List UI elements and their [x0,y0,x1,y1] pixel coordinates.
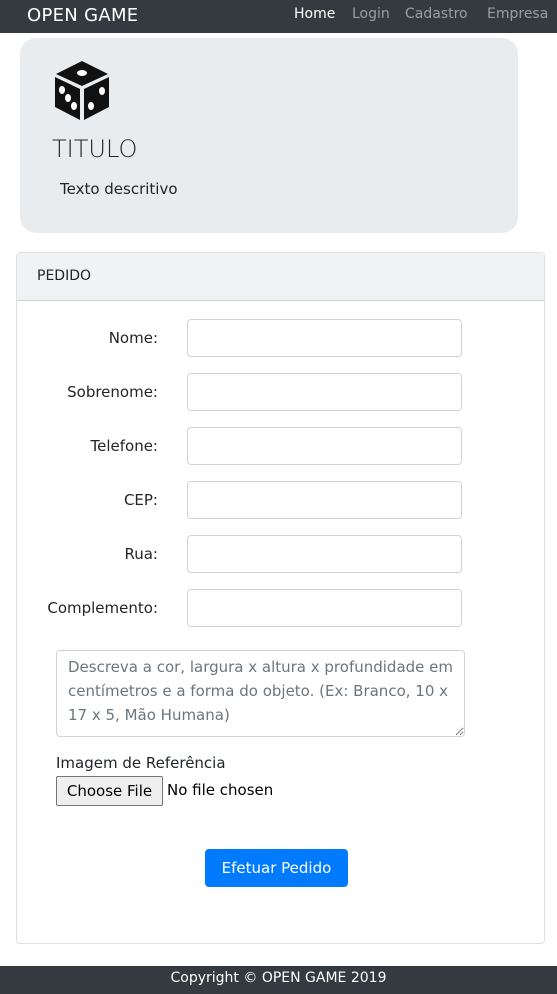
name-input[interactable] [187,319,462,357]
street-input[interactable] [187,535,462,573]
phone-label: Telefone: [90,437,159,455]
submit-order-button[interactable]: Efetuar Pedido [205,849,348,887]
jumbotron-title: TITULO [52,135,138,163]
name-label: Nome: [108,329,158,347]
nav-item-cadastro[interactable]: Cadastro [405,6,468,22]
file-label: Imagem de Referência [56,754,226,772]
dice-icon [55,61,109,120]
choose-file-button[interactable]: Choose File [56,776,163,806]
card-header: PEDIDO [17,253,544,301]
surname-input[interactable] [187,373,462,411]
jumbotron-text: Texto descritivo [60,180,178,198]
order-card: PEDIDO Nome: Sobrenome: Telefone: CEP: R… [16,252,545,944]
card-header-title: PEDIDO [37,268,91,284]
phone-input[interactable] [187,427,462,465]
nav-item-login[interactable]: Login [352,6,390,22]
footer: Copyright © OPEN GAME 2019 [0,966,557,994]
description-textarea[interactable] [56,650,465,737]
street-label: Rua: [124,545,158,563]
footer-copyright: Copyright © OPEN GAME 2019 [170,970,387,986]
jumbotron: TITULO Texto descritivo [20,38,518,233]
cep-label: CEP: [123,491,158,509]
nav-item-home[interactable]: Home [294,6,335,22]
complement-label: Complemento: [47,599,158,617]
brand-logo[interactable]: OPEN GAME [27,5,138,26]
cep-input[interactable] [187,481,462,519]
surname-label: Sobrenome: [67,383,158,401]
complement-input[interactable] [187,589,462,627]
navbar: OPEN GAME Home Login Cadastro Empresa [0,0,557,33]
nav-item-empresa[interactable]: Empresa [487,6,548,22]
file-status: No file chosen [167,781,274,799]
